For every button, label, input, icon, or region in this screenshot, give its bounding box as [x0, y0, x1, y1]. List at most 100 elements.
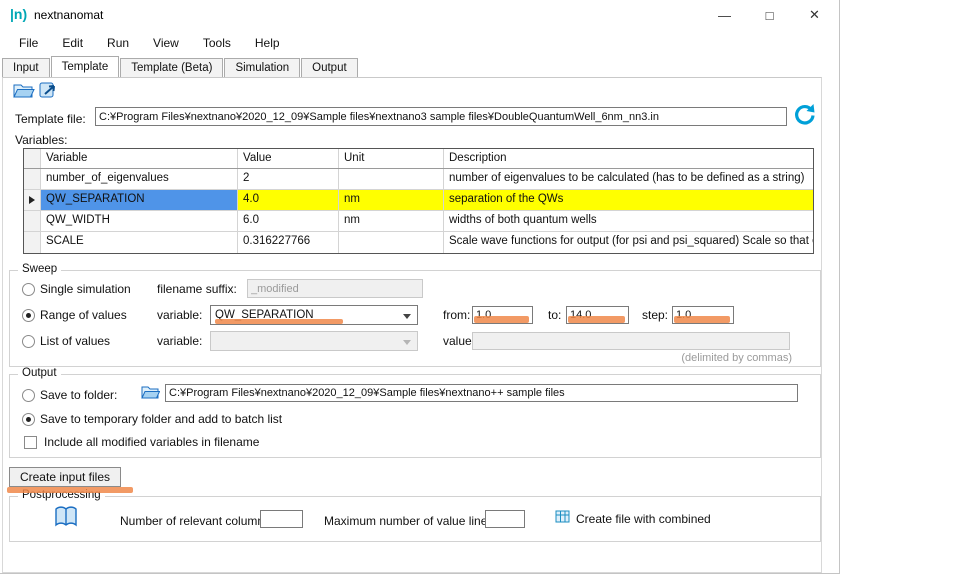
minimize-button[interactable]: — [702, 0, 747, 30]
create-combined-label[interactable]: Create file with combined [576, 512, 711, 526]
cell-value[interactable]: 2 [238, 169, 339, 189]
table-row[interactable]: SCALE 0.316227766 Scale wave functions f… [24, 232, 813, 253]
cell-description[interactable]: number of eigenvalues to be calculated (… [444, 169, 813, 189]
output-folder-input[interactable] [165, 384, 798, 402]
range-to-field [566, 306, 629, 324]
combined-file-icon[interactable] [555, 509, 571, 527]
cell-unit[interactable] [339, 169, 444, 189]
table-row-selected[interactable]: QW_SEPARATION 4.0 nm separation of the Q… [24, 190, 813, 211]
row-header-cell[interactable] [24, 232, 41, 253]
cell-variable[interactable]: SCALE [41, 232, 238, 253]
cell-unit[interactable]: nm [339, 190, 444, 210]
close-button[interactable]: ✕ [792, 0, 837, 30]
tab-simulation[interactable]: Simulation [224, 58, 300, 77]
filename-suffix-input [247, 279, 423, 298]
cell-variable[interactable]: number_of_eigenvalues [41, 169, 238, 189]
postprocessing-group: Postprocessing Number of relevant column… [9, 496, 821, 542]
relevant-column-label: Number of relevant column: [120, 514, 267, 528]
menu-help[interactable]: Help [243, 32, 292, 56]
to-label: to: [548, 308, 561, 322]
list-variable-label: variable: [157, 334, 202, 348]
title-bar: |n) nextnanomat — □ ✕ [0, 0, 839, 30]
cell-value[interactable]: 0.316227766 [238, 232, 339, 253]
variables-table: Variable Value Unit Description number_o… [23, 148, 814, 254]
maximize-button[interactable]: □ [747, 0, 792, 30]
cell-description[interactable]: widths of both quantum wells [444, 211, 813, 231]
sweep-group-title: Sweep [18, 263, 61, 275]
menu-file[interactable]: File [7, 32, 50, 56]
step-label: step: [642, 308, 668, 322]
chevron-down-icon [403, 340, 411, 345]
column-header-value: Value [238, 149, 339, 168]
column-header-unit: Unit [339, 149, 444, 168]
list-values-input [472, 332, 790, 350]
save-temporary-radio[interactable] [22, 413, 35, 426]
menu-run[interactable]: Run [95, 32, 141, 56]
save-to-folder-radio[interactable] [22, 389, 35, 402]
value-lines-input[interactable] [485, 510, 525, 528]
load-template-icon[interactable] [39, 82, 58, 102]
cell-description[interactable]: separation of the QWs [444, 190, 813, 210]
range-to-input[interactable] [566, 306, 629, 324]
template-file-label: Template file: [15, 112, 86, 126]
cell-variable[interactable]: QW_WIDTH [41, 211, 238, 231]
table-header-row: Variable Value Unit Description [24, 149, 813, 169]
save-temporary-label[interactable]: Save to temporary folder and add to batc… [40, 412, 282, 426]
range-step-field [672, 306, 734, 324]
list-of-values-radio[interactable] [22, 335, 35, 348]
selected-row-arrow-icon [29, 196, 35, 204]
list-of-values-label[interactable]: List of values [40, 334, 110, 348]
variables-label: Variables: [15, 133, 67, 147]
range-step-input[interactable] [672, 306, 734, 324]
table-row[interactable]: number_of_eigenvalues 2 number of eigenv… [24, 169, 813, 190]
value-lines-label: Maximum number of value lines: [324, 514, 497, 528]
values-hint: (delimited by commas) [681, 352, 792, 364]
tab-template[interactable]: Template [51, 56, 120, 77]
range-of-values-label[interactable]: Range of values [40, 308, 127, 322]
row-header-cell[interactable] [24, 190, 41, 210]
row-header-corner [24, 149, 41, 168]
range-variable-label: variable: [157, 308, 202, 322]
sweep-group: Sweep Single simulation filename suffix:… [9, 270, 821, 367]
template-file-input[interactable] [95, 107, 787, 126]
cell-description[interactable]: Scale wave functions for output (for psi… [444, 232, 813, 253]
chevron-down-icon [403, 314, 411, 319]
tab-input[interactable]: Input [2, 58, 50, 77]
cell-unit[interactable]: nm [339, 211, 444, 231]
browse-folder-icon[interactable] [141, 384, 160, 403]
column-header-variable: Variable [41, 149, 238, 168]
range-of-values-radio[interactable] [22, 309, 35, 322]
single-simulation-label[interactable]: Single simulation [40, 282, 131, 296]
menu-view[interactable]: View [141, 32, 191, 56]
table-row[interactable]: QW_WIDTH 6.0 nm widths of both quantum w… [24, 211, 813, 232]
cell-variable[interactable]: QW_SEPARATION [41, 190, 238, 210]
tab-template-beta[interactable]: Template (Beta) [120, 58, 223, 77]
postprocessing-book-icon[interactable] [54, 505, 78, 532]
row-header-cell[interactable] [24, 211, 41, 231]
filename-suffix-label: filename suffix: [157, 282, 237, 296]
row-header-cell[interactable] [24, 169, 41, 189]
menu-tools[interactable]: Tools [191, 32, 243, 56]
app-logo-icon: |n) [10, 6, 27, 22]
save-to-folder-label[interactable]: Save to folder: [40, 388, 117, 402]
cell-value[interactable]: 6.0 [238, 211, 339, 231]
cell-unit[interactable] [339, 232, 444, 253]
list-variable-select [210, 331, 418, 351]
menu-edit[interactable]: Edit [50, 32, 95, 56]
postprocessing-group-title: Postprocessing [18, 489, 105, 501]
app-window: |n) nextnanomat — □ ✕ File Edit Run View… [0, 0, 840, 574]
range-from-input[interactable] [472, 306, 533, 324]
create-input-files-button[interactable]: Create input files [9, 467, 121, 487]
include-variables-label[interactable]: Include all modified variables in filena… [44, 435, 259, 449]
reload-template-icon[interactable] [792, 103, 816, 131]
cell-value[interactable]: 4.0 [238, 190, 339, 210]
range-variable-select[interactable]: QW_SEPARATION [210, 305, 418, 325]
relevant-column-input[interactable] [260, 510, 303, 528]
template-tab-page: Template file: Variables: Variable Value… [2, 77, 822, 573]
include-variables-checkbox[interactable] [24, 436, 37, 449]
column-header-description: Description [444, 149, 813, 168]
single-simulation-radio[interactable] [22, 283, 35, 296]
range-variable-value: QW_SEPARATION [215, 309, 314, 321]
open-template-icon[interactable] [13, 82, 35, 102]
tab-output[interactable]: Output [301, 58, 358, 77]
